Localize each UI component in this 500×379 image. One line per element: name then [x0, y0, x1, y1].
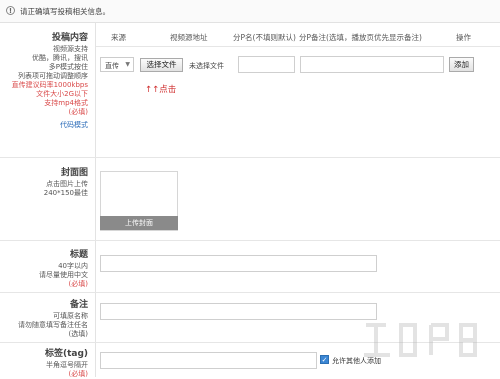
cover-line: 240*150最佳	[43, 189, 88, 197]
chevron-down-icon: ▼	[125, 61, 130, 68]
upload-red-line: 支持mp4格式	[44, 99, 88, 107]
header-url: 视频源地址	[170, 33, 208, 42]
note-label: 备注	[69, 300, 88, 310]
tag-label: 标签(tag)	[44, 349, 88, 359]
note-line: 请勿随意填写备注任名	[18, 321, 88, 329]
allow-others-checkbox[interactable]: ✓	[320, 355, 329, 364]
upload-line: 列表项可拖动调整顺序	[18, 72, 88, 80]
upload-red-line: 文件大小2G以下	[36, 90, 88, 98]
header-part-name: 分P名(不填则默认)	[233, 33, 296, 42]
title-label: 标题	[69, 250, 88, 260]
title-labels: 标题 40字以内 请尽量使用中文 (必填)	[39, 247, 88, 289]
upload-line: 多P模式按住	[48, 63, 88, 71]
title-input[interactable]	[100, 255, 377, 272]
upload-required: (必填)	[68, 108, 88, 116]
upload-labels: 投稿内容 视频源支持 优酷，腾讯，搜讯 多P模式按住 列表项可拖动调整顺序 直传…	[12, 30, 88, 130]
tag-line: 半角逗号隔开	[46, 361, 88, 369]
note-optional: (选填)	[68, 330, 88, 338]
title-required: (必填)	[68, 280, 88, 288]
notice-bar: ! 请正确填写投稿相关信息。	[0, 0, 500, 23]
click-hint: ↑↑点击	[145, 85, 177, 95]
code-mode-link[interactable]: 代码模式	[12, 121, 88, 130]
note-input[interactable]	[100, 303, 377, 320]
source-select-value: 直传	[105, 62, 119, 70]
watermark-logo	[364, 323, 477, 357]
cover-labels: 封面图 点击图片上传 240*150最佳	[44, 165, 88, 198]
upload-line: 优酷，腾讯，搜讯	[32, 54, 88, 62]
upload-line: 视频源支持	[53, 45, 88, 53]
header-source: 来源	[111, 33, 126, 42]
header-action: 操作	[456, 33, 471, 42]
cover-line: 点击图片上传	[46, 180, 88, 188]
header-divider	[96, 46, 500, 47]
note-labels: 备注 可填原名称 请勿随意填写备注任名 (选填)	[18, 297, 88, 339]
note-line: 可填原名称	[53, 312, 88, 320]
source-select[interactable]: 直传 ▼	[100, 57, 134, 72]
tag-input[interactable]	[100, 352, 317, 369]
notice-text: 请正确填写投稿相关信息。	[20, 7, 110, 16]
title-line: 请尽量使用中文	[39, 271, 88, 279]
upload-title: 投稿内容	[51, 33, 88, 43]
no-file-text: 未选择文件	[189, 62, 224, 70]
cover-title: 封面图	[60, 168, 88, 178]
tag-required: (必填)	[68, 370, 88, 378]
choose-file-button[interactable]: 选择文件	[140, 58, 183, 72]
info-icon: !	[6, 6, 15, 15]
part-note-input[interactable]	[300, 56, 444, 73]
upload-red-line: 直传建议码率1000kbps	[11, 81, 88, 89]
header-part-note: 分P备注(选填，播放页优先显示备注)	[299, 33, 422, 42]
title-line: 40字以内	[58, 262, 88, 270]
part-name-input[interactable]	[238, 56, 295, 73]
add-button[interactable]: 添加	[449, 57, 474, 72]
upload-cover-button[interactable]: 上传封面	[100, 216, 178, 230]
tag-labels: 标签(tag) 半角逗号隔开 (必填)	[45, 346, 88, 379]
